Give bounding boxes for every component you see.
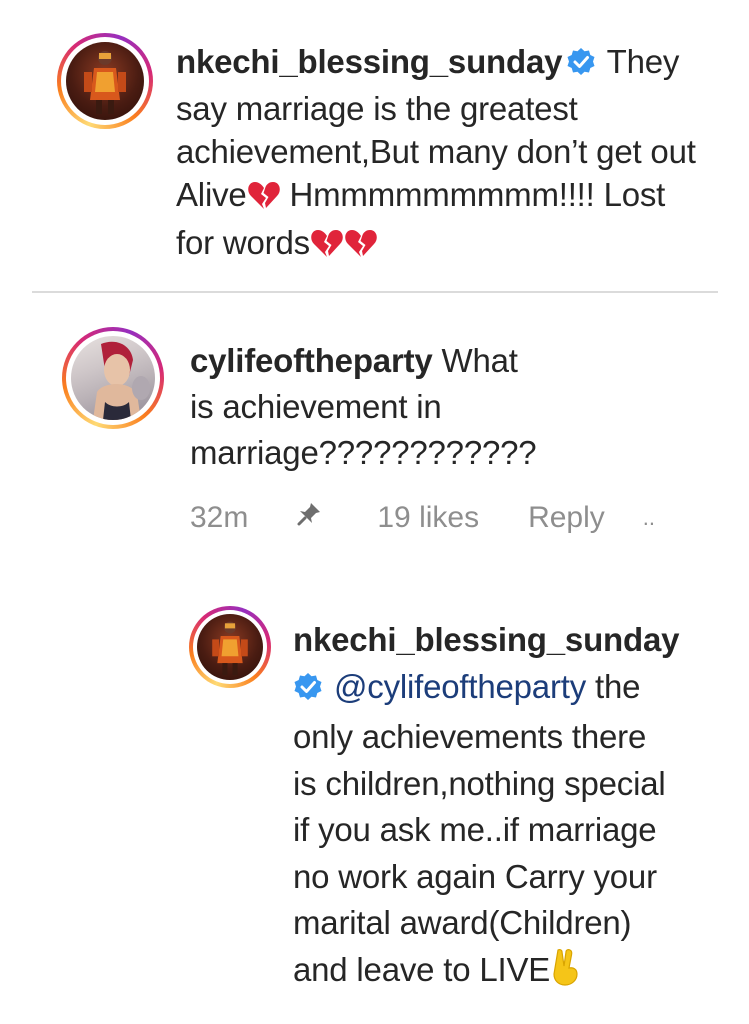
comment-body: nkechi_blessing_sunday They say marriage… xyxy=(176,40,696,269)
comment-text-line: for words xyxy=(176,224,310,261)
comment-text-line: They xyxy=(606,43,680,80)
avatar-photo[interactable] xyxy=(197,614,263,680)
broken-heart-icon xyxy=(344,226,378,269)
reply-button[interactable]: Reply xyxy=(528,501,605,535)
avatar-photo[interactable] xyxy=(71,336,155,420)
profile-photo-woman-orange-outfit xyxy=(212,621,248,675)
avatar-photo[interactable] xyxy=(66,42,144,120)
mention-link[interactable]: @cylifeoftheparty xyxy=(334,668,586,705)
broken-heart-icon xyxy=(310,226,344,269)
comment-body: cylifeoftheparty What is achievement in … xyxy=(190,338,710,476)
profile-photo-woman-red-hair xyxy=(93,341,150,420)
comment-text-line: marital award(Children) xyxy=(293,904,632,941)
comment-body: nkechi_blessing_sunday @cylifeoftheparty… xyxy=(293,617,713,998)
comment-username[interactable]: nkechi_blessing_sunday xyxy=(176,43,562,80)
comment-text-line: is children,nothing special xyxy=(293,764,666,802)
comment-text-line: if you ask me..if marriage xyxy=(293,811,657,848)
comment-timestamp: 32m xyxy=(190,501,249,534)
comment-text-line: marriage???????????? xyxy=(190,434,537,471)
comment-text-line: Alive xyxy=(176,176,247,213)
profile-photo-woman-orange-outfit xyxy=(84,51,126,114)
comment-meta: 32m 19 likes Reply .. xyxy=(190,498,655,538)
verified-badge-icon xyxy=(566,44,596,87)
comment-text-line: and leave to LIVE xyxy=(293,950,551,988)
divider xyxy=(32,291,718,293)
victory-hand-icon xyxy=(550,948,582,999)
verified-badge-icon xyxy=(293,668,323,715)
comment-text-line: What xyxy=(441,342,518,379)
comment-text-line: is achievement in xyxy=(190,388,442,425)
broken-heart-icon xyxy=(247,178,281,221)
comment-text-line: no work again Carry your xyxy=(293,857,657,895)
comment-username[interactable]: nkechi_blessing_sunday xyxy=(293,617,713,664)
comment-text-line: achievement,But many don’t get out xyxy=(176,133,696,170)
more-options-button[interactable]: .. xyxy=(643,505,655,531)
comment-text-line: only achievements there xyxy=(293,718,647,755)
pin-icon[interactable] xyxy=(296,501,322,535)
comment-text-line: Hmmmmmmmmm!!!! Lost xyxy=(280,176,666,213)
comment-text-line: the xyxy=(594,667,641,705)
comment-username[interactable]: cylifeoftheparty xyxy=(190,342,433,379)
comment-text-line: say marriage is the greatest xyxy=(176,90,578,127)
like-count[interactable]: 19 likes xyxy=(377,501,479,535)
